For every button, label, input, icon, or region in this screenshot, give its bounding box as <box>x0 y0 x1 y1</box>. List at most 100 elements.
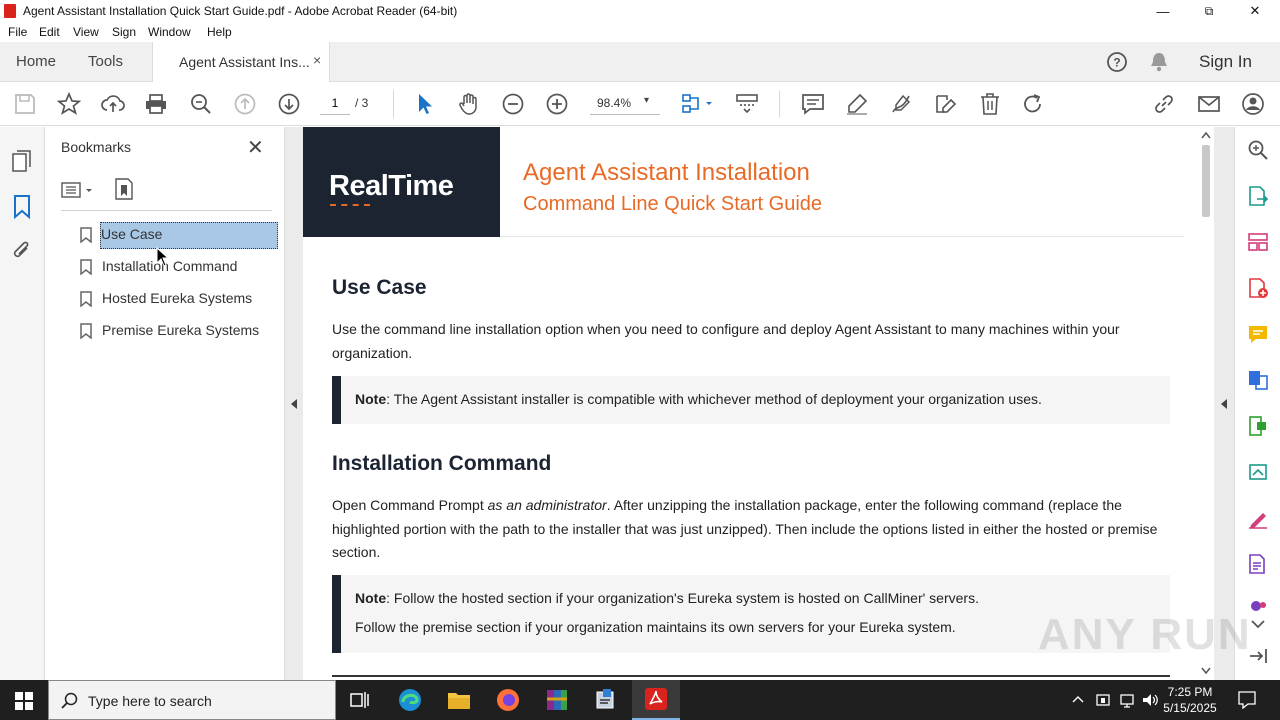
note-body: : Follow the hosted section if your orga… <box>386 590 979 606</box>
export-pdf-icon[interactable] <box>1247 185 1269 207</box>
right-panel-collapse-strip[interactable] <box>1214 127 1234 680</box>
edit-pdf-icon[interactable] <box>1247 415 1269 437</box>
windows-start-icon[interactable] <box>15 692 33 710</box>
notification-bell-icon[interactable] <box>1149 51 1169 73</box>
email-icon[interactable] <box>1197 92 1221 116</box>
bookmark-options-icon[interactable] <box>61 179 97 201</box>
tab-document[interactable]: Agent Assistant Ins... × <box>152 42 330 82</box>
table-top-border <box>332 675 1170 677</box>
edit-icon[interactable] <box>933 92 957 116</box>
upload-icon[interactable] <box>101 92 125 116</box>
taskbar-app-installer[interactable] <box>582 680 630 720</box>
menu-bar: File Edit View Sign Window Help <box>0 22 1280 42</box>
scroll-mode-icon[interactable] <box>735 92 759 116</box>
left-panel-collapse-strip[interactable] <box>285 127 303 680</box>
print-icon[interactable] <box>144 92 168 116</box>
delete-icon[interactable] <box>978 92 1002 116</box>
zoom-in-icon[interactable] <box>545 92 569 116</box>
protect-document-icon[interactable] <box>1247 553 1269 575</box>
bookmarks-panel: Bookmarks ✕ Use Case Installation Comman… <box>45 127 285 680</box>
attachment-icon[interactable] <box>11 240 33 264</box>
notification-center-icon[interactable] <box>1238 691 1256 709</box>
bookmark-premise-eureka-systems[interactable]: Premise Eureka Systems <box>75 318 279 344</box>
taskbar-acrobat-reader[interactable] <box>632 680 680 720</box>
zoom-search-icon[interactable] <box>1247 139 1269 161</box>
tab-tools[interactable]: Tools <box>88 53 123 70</box>
page-number-input[interactable] <box>320 91 350 115</box>
close-icon[interactable]: ✕ <box>247 135 264 160</box>
brand-header-block: RealTime <box>303 127 500 237</box>
tab-close-icon[interactable]: × <box>313 52 321 68</box>
organize-pages-icon[interactable] <box>1247 231 1269 253</box>
menu-window[interactable]: Window <box>148 25 191 39</box>
fill-sign-icon[interactable] <box>1247 507 1269 529</box>
page-up-icon[interactable] <box>233 92 257 116</box>
bookmark-hosted-eureka-systems[interactable]: Hosted Eureka Systems <box>75 286 279 312</box>
network-icon[interactable] <box>1118 692 1136 708</box>
left-navigation-rail <box>0 127 45 680</box>
document-scrollbar[interactable] <box>1198 127 1214 680</box>
taskbar-file-explorer[interactable] <box>435 680 483 720</box>
minimize-button[interactable]: — <box>1140 0 1186 22</box>
new-bookmark-icon[interactable] <box>113 177 135 201</box>
sign-in-button[interactable]: Sign In <box>1199 52 1252 72</box>
rotate-icon[interactable] <box>1021 92 1045 116</box>
volume-icon[interactable] <box>1141 692 1159 708</box>
menu-file[interactable]: File <box>8 25 27 39</box>
close-window-button[interactable]: ✕ <box>1232 0 1278 22</box>
menu-edit[interactable]: Edit <box>39 25 60 39</box>
task-view-button[interactable] <box>336 680 384 720</box>
bookmark-use-case[interactable]: Use Case <box>75 222 279 249</box>
bookmark-panel-icon[interactable] <box>13 195 31 219</box>
maximize-button[interactable]: ⧉ <box>1186 0 1232 22</box>
bookmark-label: Use Case <box>100 222 278 249</box>
select-cursor-icon[interactable] <box>413 92 437 116</box>
comment-icon[interactable] <box>801 92 825 116</box>
windows-taskbar: Type here to search 7:25 PM 5/15/2025 <box>0 680 1280 720</box>
create-pdf-icon[interactable] <box>1247 277 1269 299</box>
draw-icon[interactable] <box>889 92 913 116</box>
share-user-icon[interactable] <box>1241 92 1265 116</box>
menu-help[interactable]: Help <box>207 25 232 39</box>
fit-page-icon[interactable] <box>680 92 714 116</box>
combine-files-icon[interactable] <box>1247 369 1269 391</box>
taskbar-winrar[interactable] <box>533 680 581 720</box>
tab-document-label: Agent Assistant Ins... <box>179 54 310 70</box>
page-total: / 3 <box>355 96 369 110</box>
installer-icon <box>596 689 614 709</box>
highlight-icon[interactable] <box>845 92 869 116</box>
zoom-dropdown[interactable]: 98.4% ▾ <box>590 91 660 115</box>
document-viewport[interactable]: RealTime Agent Assistant Installation Co… <box>303 127 1198 680</box>
taskbar-edge[interactable] <box>386 680 434 720</box>
task-view-icon <box>350 692 369 708</box>
system-clock[interactable]: 7:25 PM 5/15/2025 <box>1160 684 1220 716</box>
toolbar-divider <box>779 90 780 118</box>
star-icon[interactable] <box>57 92 81 116</box>
scroll-up-icon[interactable] <box>1201 131 1211 139</box>
send-for-review-icon[interactable] <box>1247 461 1269 483</box>
menu-view[interactable]: View <box>73 25 99 39</box>
save-icon[interactable] <box>13 92 37 116</box>
scrollbar-thumb[interactable] <box>1202 145 1210 217</box>
tray-security-icon[interactable] <box>1095 692 1111 708</box>
expand-left-icon[interactable] <box>1220 399 1228 409</box>
page-down-icon[interactable] <box>277 92 301 116</box>
acrobat-icon <box>645 688 667 710</box>
title-bar: Agent Assistant Installation Quick Start… <box>0 0 1280 22</box>
hand-icon[interactable] <box>457 92 481 116</box>
search-zoom-icon[interactable] <box>189 92 213 116</box>
tray-overflow-icon[interactable] <box>1072 694 1084 704</box>
collapse-left-icon[interactable] <box>290 399 298 409</box>
scroll-down-icon[interactable] <box>1201 667 1211 675</box>
zoom-out-icon[interactable] <box>501 92 525 116</box>
bookmark-icon <box>80 323 92 339</box>
menu-sign[interactable]: Sign <box>112 25 136 39</box>
taskbar-search-input[interactable]: Type here to search <box>48 680 336 720</box>
help-icon[interactable]: ? <box>1106 51 1128 73</box>
bookmark-installation-command[interactable]: Installation Command <box>75 254 279 280</box>
link-icon[interactable] <box>1152 92 1176 116</box>
page-thumbnails-icon[interactable] <box>11 149 33 173</box>
taskbar-firefox[interactable] <box>484 680 532 720</box>
tab-home[interactable]: Home <box>16 53 56 70</box>
comment-tool-icon[interactable] <box>1247 323 1269 345</box>
